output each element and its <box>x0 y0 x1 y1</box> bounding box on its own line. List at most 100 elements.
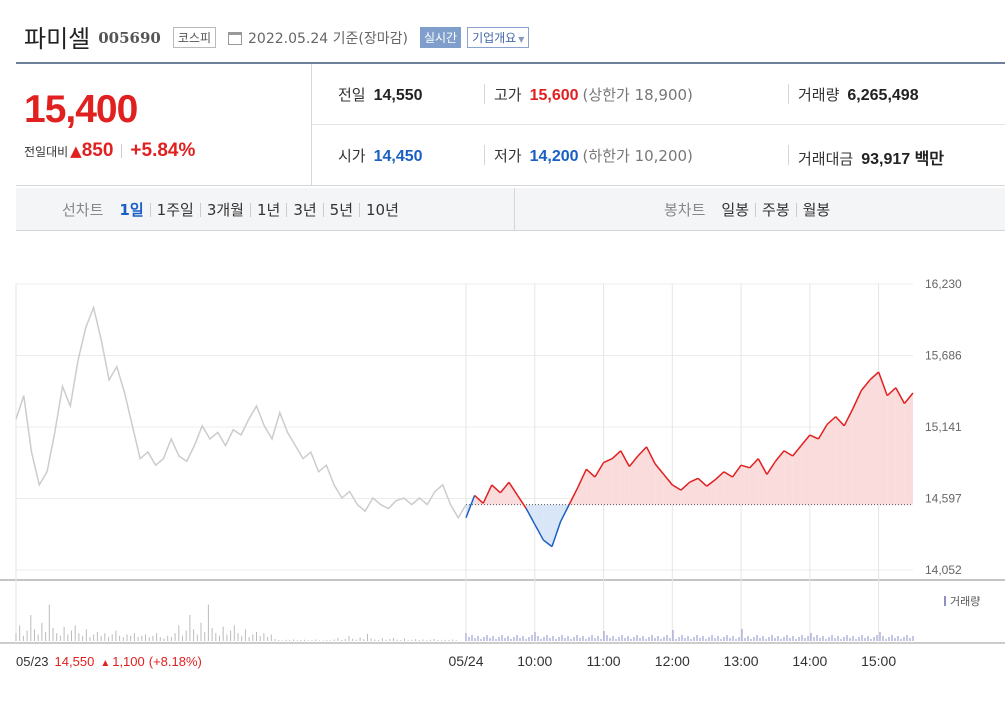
y-tick-label: 15,141 <box>925 420 962 434</box>
company-info-dropdown[interactable]: 기업개요 ▼ <box>467 27 530 48</box>
prev-day-price-line <box>15 305 467 520</box>
calendar-icon <box>228 31 242 45</box>
company-info-label: 기업개요 <box>472 31 517 45</box>
tab-3month[interactable]: 3개월 <box>201 199 250 220</box>
divider <box>514 188 515 231</box>
price-box: 15,400 전일대비 ▲ 850 +5.84% <box>16 64 312 186</box>
tab-5year[interactable]: 5년 <box>324 199 359 220</box>
low-label: 저가 <box>494 147 522 165</box>
area-segment <box>904 392 913 505</box>
prev-label: 전일 <box>338 86 366 104</box>
line-chart-tabs: 선차트 1일 1주일 3개월 1년 3년 5년 10년 <box>62 199 405 220</box>
area-segment <box>861 379 871 505</box>
volume-legend-marker <box>944 596 946 606</box>
prev-value: 14,550 <box>373 87 423 104</box>
volume-bars <box>15 604 914 641</box>
tab-daily-candle[interactable]: 일봉 <box>715 199 755 220</box>
compare-label: 전일대비 <box>24 144 69 159</box>
volume-legend-label: 거래량 <box>950 595 980 608</box>
x-tick-label: 14:00 <box>792 653 827 669</box>
volume-label: 거래량 <box>798 86 840 104</box>
high-price: 고가 15,600 (상한가 18,900) <box>494 84 693 105</box>
price-chart: 16,230 15,686 15,141 14,597 14,052 05/24 10:0… <box>0 277 1005 669</box>
prev-day-price: 14,550 <box>55 654 95 669</box>
candle-chart-tabs: 봉차트 일봉 주봉 월봉 <box>664 199 836 220</box>
y-tick-label: 15,686 <box>925 349 962 363</box>
x-tick-label: 05/24 <box>448 653 483 669</box>
chevron-down-icon: ▼ <box>518 35 525 44</box>
lower-limit: (하한가 10,200) <box>582 147 693 165</box>
up-arrow-icon: ▲ <box>70 142 82 160</box>
tab-3year[interactable]: 3년 <box>287 199 322 220</box>
chart-tabs: 선차트 1일 1주일 3개월 1년 3년 5년 10년 봉차트 일봉 주봉 월봉 <box>16 188 1005 231</box>
tab-1day[interactable]: 1일 <box>113 199 149 220</box>
tab-weekly-candle[interactable]: 주봉 <box>756 199 796 220</box>
prev-day-date: 05/23 <box>16 654 49 669</box>
area-segment <box>603 458 613 505</box>
quote-panel: 15,400 전일대비 ▲ 850 +5.84% 전일 14,550 고가 15,6… <box>16 62 1005 186</box>
tab-1week[interactable]: 1주일 <box>151 199 200 220</box>
prev-day-pct: (+8.18%) <box>149 654 202 669</box>
divider <box>788 145 789 165</box>
divider <box>484 84 485 104</box>
prev-day-summary: 05/23 14,550 ▲ 1,100 (+8.18%) <box>16 654 202 669</box>
candle-chart-label: 봉차트 <box>664 201 706 219</box>
open-price: 시가 14,450 <box>338 145 423 166</box>
current-price: 15,400 <box>24 88 138 131</box>
volume-value: 6,265,498 <box>847 87 919 104</box>
x-tick-label: 13:00 <box>724 653 759 669</box>
prev-close: 전일 14,550 <box>338 84 423 105</box>
base-date: 2022.05.24 기준(장마감) <box>248 30 408 47</box>
x-tick-label: 15:00 <box>861 653 896 669</box>
area-segment <box>895 387 905 505</box>
tab-monthly-candle[interactable]: 월봉 <box>797 199 837 220</box>
tab-1year[interactable]: 1년 <box>251 199 286 220</box>
area-segment <box>870 371 879 505</box>
realtime-button[interactable]: 실시간 <box>419 27 462 48</box>
x-axis-ticks: 05/24 10:00 11:00 12:00 13:00 14:00 15:00 <box>448 653 896 669</box>
change-value: 850 <box>81 140 114 161</box>
area-segment <box>784 450 793 505</box>
quote-row-1: 전일 14,550 고가 15,600 (상한가 18,900) 거래량 6,265,4… <box>312 64 1005 125</box>
stock-code: 005690 <box>98 29 161 47</box>
line-chart-label: 선차트 <box>62 201 104 219</box>
divider <box>484 145 485 165</box>
area-segment <box>809 435 819 505</box>
amount-value: 93,917 백만 <box>861 151 945 168</box>
y-tick-label: 14,597 <box>925 492 962 506</box>
high-label: 고가 <box>494 86 522 104</box>
area-segment <box>835 416 845 505</box>
area-segment <box>534 504 544 541</box>
divider <box>121 144 123 158</box>
prev-day-arrow: ▲ <box>100 658 110 669</box>
x-tick-label: 11:00 <box>587 653 621 669</box>
stock-header: 파미셀 005690 코스피 2022.05.24 기준(장마감) 실시간 기업… <box>24 18 530 54</box>
y-tick-label: 16,230 <box>925 277 962 291</box>
area-segment <box>612 450 621 505</box>
open-value: 14,450 <box>373 148 423 165</box>
x-tick-label: 12:00 <box>655 653 690 669</box>
area-segment <box>577 469 587 505</box>
change-row: 전일대비 ▲ 850 +5.84% <box>24 140 195 162</box>
quote-row-2: 시가 14,450 저가 14,200 (하한가 10,200) 거래대금 93,917… <box>312 125 1005 186</box>
tab-10year[interactable]: 10년 <box>360 199 405 220</box>
volume: 거래량 6,265,498 <box>798 84 919 105</box>
area-segment <box>887 387 896 505</box>
upper-limit: (상한가 18,900) <box>582 86 693 104</box>
area-segment <box>801 435 810 505</box>
y-tick-label: 14,052 <box>925 563 962 577</box>
amount-label: 거래대금 <box>798 150 854 168</box>
stock-name: 파미셀 <box>24 24 91 53</box>
change-percent: +5.84% <box>130 140 196 161</box>
low-value: 14,200 <box>529 148 579 165</box>
volume-legend: 거래량 <box>944 595 980 608</box>
area-segment <box>827 416 836 505</box>
area-segment <box>629 456 638 505</box>
market-badge: 코스피 <box>172 27 216 48</box>
prev-day-change: 1,100 <box>112 654 145 669</box>
area-segment <box>500 482 509 505</box>
low-price: 저가 14,200 (하한가 10,200) <box>494 145 693 166</box>
divider <box>788 84 789 104</box>
area-segment <box>741 465 750 505</box>
trade-amount: 거래대금 93,917 백만 <box>798 145 944 169</box>
